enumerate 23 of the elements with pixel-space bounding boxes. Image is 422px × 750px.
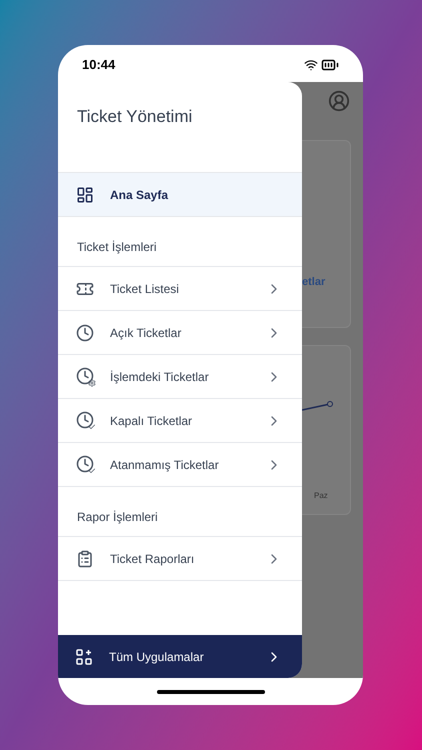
clock-check-icon [76,454,96,474]
clipboard-icon [76,550,94,568]
clock-check-icon [76,410,96,430]
menu-item-label: Kapalı Ticketlar [110,412,194,430]
drawer-title: Ticket Yönetimi [76,106,194,128]
dashboard-icon [76,186,94,204]
line-chart-drawing [302,400,334,412]
user-icon [328,90,350,112]
menu-item-label: Atanmamış Ticketlar [110,456,220,474]
menu-item-label: Açık Ticketlar [110,324,182,342]
menu-item-label: İşlemdeki Ticketlar [110,368,210,386]
menu-item-label: Ticket Raporları [110,550,196,568]
menu-item[interactable]: Ana Sayfa [58,173,302,217]
grid-plus-icon [76,648,92,664]
status-time: 10:44 [82,56,116,74]
axis-label: Paz [314,490,328,502]
all-apps-button[interactable]: Tüm Uygulamalar [58,635,302,678]
link-text: etlar [302,275,326,290]
menu-item-label: Ana Sayfa [110,186,170,204]
wifi-icon [304,58,318,72]
clock-icon [76,324,94,342]
clock-gear-icon [76,366,96,386]
menu-item-label: Ticket Listesi [110,280,180,298]
